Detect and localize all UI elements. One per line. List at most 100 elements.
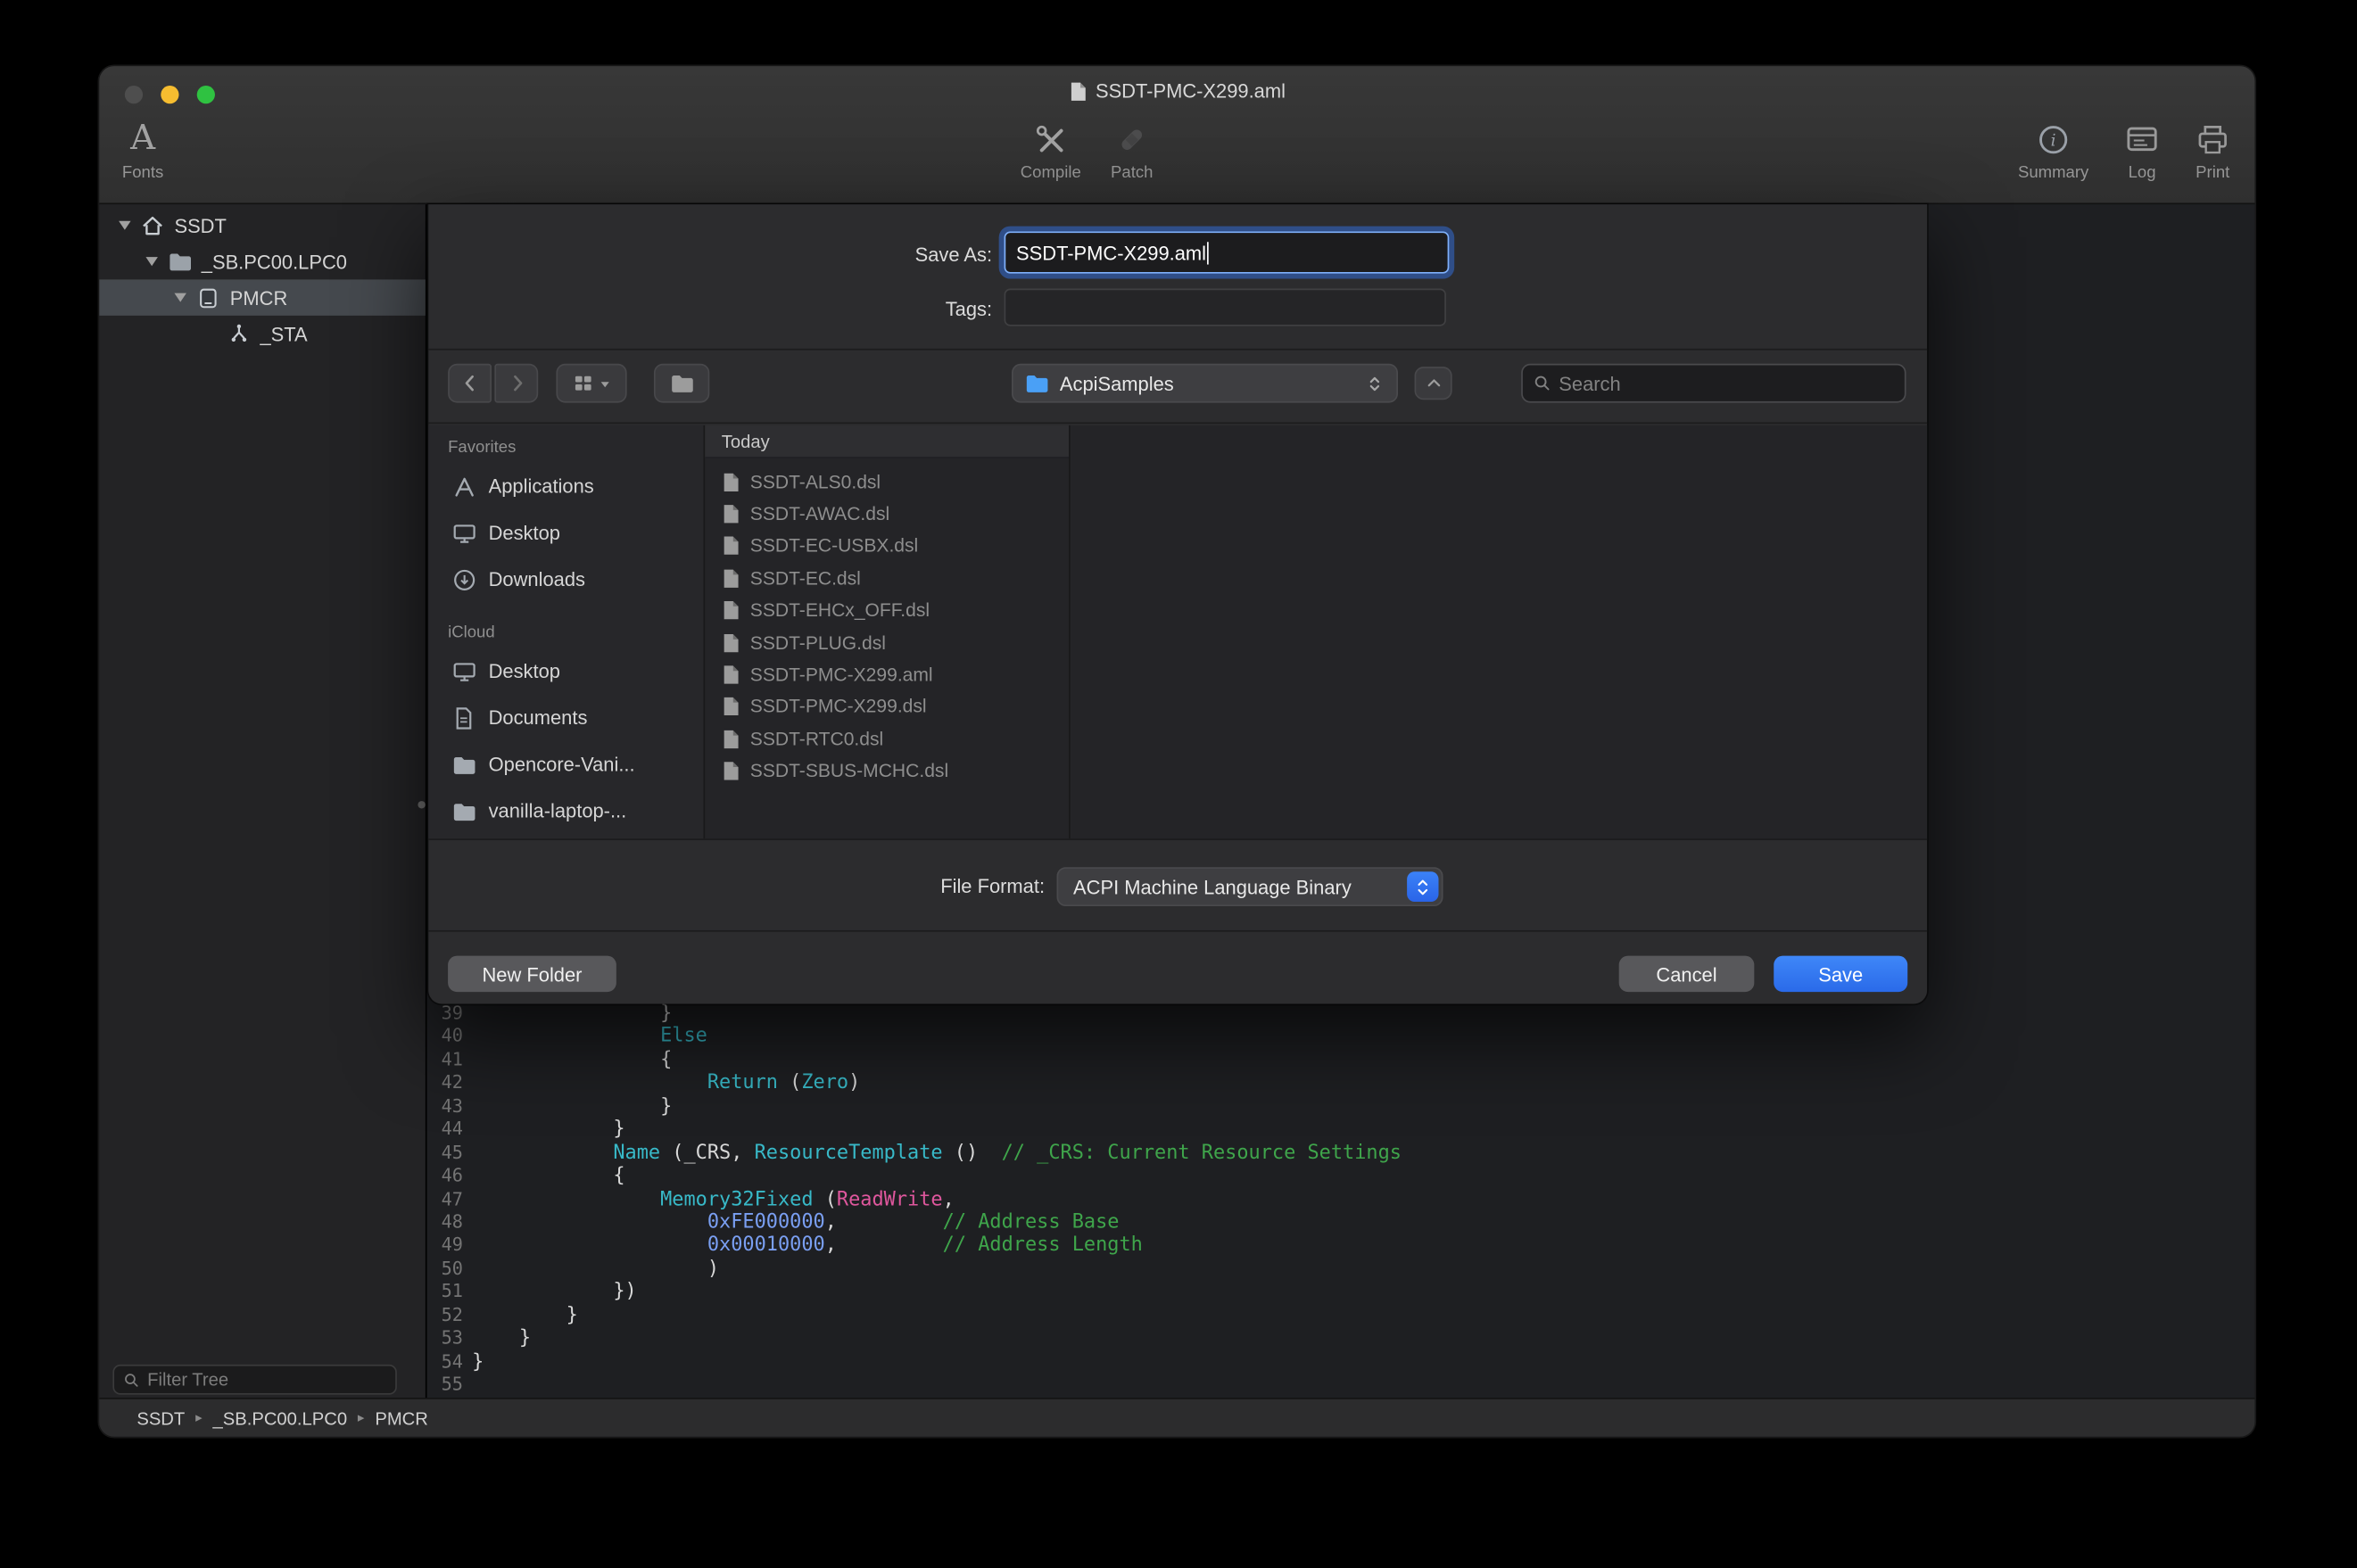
document-icon [722,760,741,782]
toolbar-fonts-button[interactable]: A Fonts [99,119,192,182]
code-token: } [472,1304,578,1326]
chevron-down-icon [598,376,611,390]
search-field[interactable]: Search [1521,364,1906,403]
method-icon [226,322,252,346]
tree-item-scope[interactable]: _SB.PC00.LPC0 [99,243,426,279]
applications-icon [451,474,476,499]
code-token: , [943,1188,955,1210]
file-format-popup[interactable]: ACPI Machine Language Binary [1057,867,1443,906]
file-name: SSDT-SBUS-MCHC.dsl [750,761,948,782]
toolbar-summary-button[interactable]: i Summary [2004,119,2103,182]
code-line: 47 Memory32Fixed (ReadWrite, [427,1188,2255,1211]
code-token [472,1142,613,1164]
filter-tree-field[interactable]: Filter Tree [112,1365,396,1395]
favorites-header: Favorites [428,433,703,463]
line-number: 46 [427,1165,463,1188]
code-token: } [472,1095,672,1118]
line-number: 40 [427,1026,463,1049]
folder-button[interactable] [654,364,709,403]
document-icon [722,599,741,622]
search-placeholder: Search [1559,372,1620,394]
sidebar-item-vanilla-folder[interactable]: vanilla-laptop-... [428,788,703,834]
code-line: 39 } [427,1003,2255,1026]
save-dialog: Save As: SSDT-PMC-X299.aml Tags: [428,204,1927,1003]
sidebar-item-applications[interactable]: Applications [428,463,703,509]
maciasl-window: SSDT-PMC-X299.aml A Fonts Compile [99,66,2254,1437]
file-row[interactable]: SSDT-EHCx_OFF.dsl [705,595,1069,627]
documents-icon [451,705,476,730]
dialog-sidebar: Favorites Applications Desktop Downloads [428,425,705,838]
tags-input[interactable] [1005,289,1446,326]
sidebar-item-icloud-desktop[interactable]: Desktop [428,648,703,694]
sidebar-item-documents[interactable]: Documents [428,694,703,740]
sidebar-item-desktop[interactable]: Desktop [428,509,703,556]
icloud-header: iCloud [428,618,703,648]
save-button[interactable]: Save [1774,956,1907,992]
code-comment: // Address Length [943,1234,1143,1257]
path-segment[interactable]: SSDT [136,1407,185,1429]
acpi-tree-sidebar: SSDT _SB.PC00.LPC0 PMCR _STA [99,204,426,1398]
splitter-handle[interactable] [418,801,425,808]
new-folder-button[interactable]: New Folder [448,956,616,992]
tree-item-sta[interactable]: _STA [99,316,426,351]
code-line: 52 } [427,1304,2255,1327]
code-token: Zero [801,1072,848,1094]
disclosure-triangle[interactable] [119,221,130,230]
toolbar-print-label: Print [2196,164,2229,182]
window-title-row: SSDT-PMC-X299.aml [99,79,2254,102]
toolbar-print-button[interactable]: Print [2163,119,2255,182]
tree-item-label: PMCR [230,286,288,309]
code-line: 55 [427,1374,2255,1397]
tree-item-label: SSDT [174,214,226,236]
screen: SSDT-PMC-X299.aml A Fonts Compile [0,0,2357,1567]
file-row[interactable]: SSDT-RTC0.dsl [705,723,1069,755]
file-row[interactable]: SSDT-SBUS-MCHC.dsl [705,755,1069,788]
path-segment[interactable]: _SB.PC00.LPC0 [212,1407,347,1429]
disclosure-triangle[interactable] [174,293,186,302]
file-row[interactable]: SSDT-ALS0.dsl [705,466,1069,498]
code-token: ReadWrite [837,1188,943,1210]
file-row[interactable]: SSDT-EC-USBX.dsl [705,530,1069,562]
tags-label: Tags: [428,298,992,320]
disclosure-triangle[interactable] [145,257,157,266]
code-line: 46 { [427,1165,2255,1188]
back-button[interactable] [448,364,492,403]
file-row[interactable]: SSDT-PMC-X299.aml [705,659,1069,691]
toolbar-fonts-label: Fonts [122,164,163,182]
code-token: { [472,1049,672,1071]
sidebar-item-opencore-folder[interactable]: Opencore-Vani... [428,741,703,788]
code-area: 39 } 40 Else 41 { 42 Return (Zero) 43 } … [427,1003,2255,1397]
code-token: Else [660,1026,707,1048]
code-line: 42 Return (Zero) [427,1072,2255,1095]
location-popup[interactable]: AcpiSamples [1012,364,1398,403]
code-token: ) [848,1072,860,1094]
file-format-label: File Format: [428,875,1045,897]
save-as-input[interactable]: SSDT-PMC-X299.aml [1005,231,1450,273]
collapse-panel-button[interactable] [1415,367,1452,400]
file-row[interactable]: SSDT-PLUG.dsl [705,627,1069,659]
sidebar-item-downloads[interactable]: Downloads [428,556,703,602]
file-browser: Favorites Applications Desktop Downloads [428,425,1927,840]
tree-item-ssdt[interactable]: SSDT [99,208,426,243]
forward-button[interactable] [494,364,538,403]
file-row[interactable]: SSDT-PMC-X299.dsl [705,691,1069,723]
folder-icon [670,373,694,394]
filter-tree-placeholder: Filter Tree [147,1369,228,1391]
svg-text:i: i [2051,131,2056,150]
code-line: 54} [427,1350,2255,1374]
tree-item-pmcr[interactable]: PMCR [99,279,426,315]
file-name: SSDT-PMC-X299.aml [750,664,933,686]
path-segment[interactable]: PMCR [375,1407,428,1429]
cancel-button[interactable]: Cancel [1619,956,1755,992]
save-as-value: SSDT-PMC-X299.aml [1016,241,1206,263]
toolbar-patch-button[interactable]: Patch [1082,119,1181,182]
document-icon [722,567,741,590]
line-number: 41 [427,1049,463,1072]
file-row[interactable]: SSDT-AWAC.dsl [705,498,1069,530]
code-token: , [825,1234,943,1257]
sidebar-item-label: Documents [489,706,588,729]
code-line: 48 0xFE000000, // Address Base [427,1211,2255,1234]
file-row[interactable]: SSDT-EC.dsl [705,562,1069,594]
document-icon [722,535,741,557]
view-mode-button[interactable] [556,364,626,403]
